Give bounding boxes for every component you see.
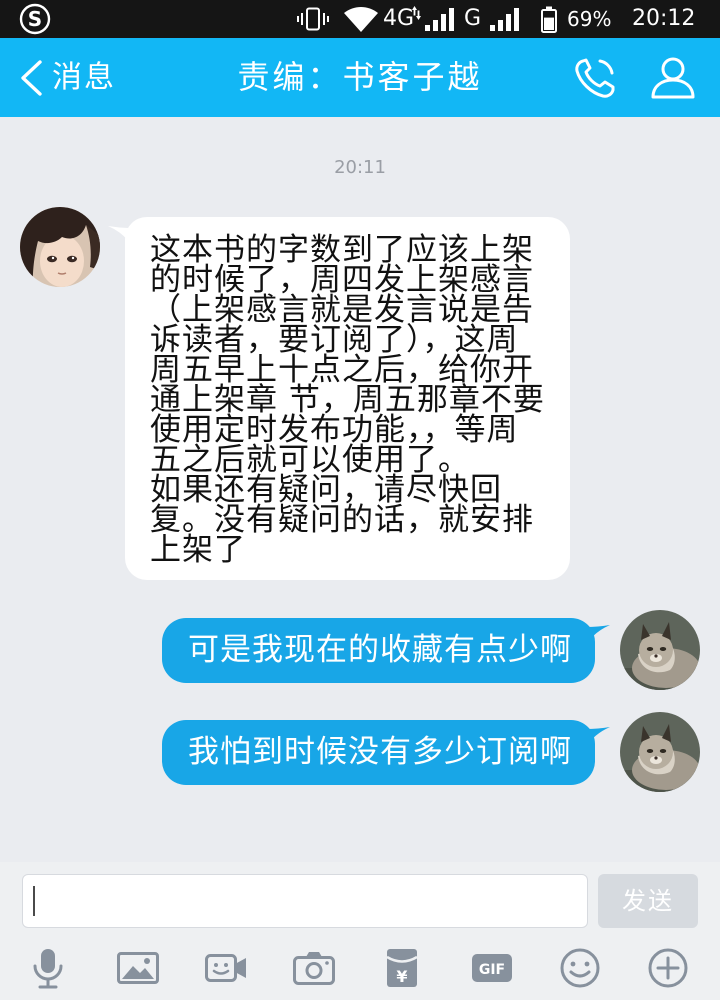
chevron-left-icon bbox=[18, 59, 44, 97]
red-packet-icon: ¥ bbox=[386, 949, 418, 987]
sogou-badge-letter: S bbox=[28, 7, 42, 31]
sent-message-text: 可是我现在的收藏有点少啊 bbox=[188, 632, 572, 668]
message-line: 诉读者，要订阅了），这周 bbox=[150, 322, 519, 358]
sent-bubble-tail bbox=[586, 625, 610, 645]
video-call-button[interactable] bbox=[204, 946, 248, 990]
message-list[interactable]: 20:11 这本书的字数到了应该上架 的时候了，周四发上架感言 （上架感言就是发… bbox=[0, 117, 720, 862]
photo-album-button[interactable] bbox=[116, 946, 160, 990]
message-line: 五之后就可以使用了。 bbox=[150, 442, 470, 478]
message-line: 上架了 bbox=[150, 532, 246, 568]
lynx-avatar-image bbox=[620, 610, 700, 690]
camera-button[interactable] bbox=[292, 946, 336, 990]
message-line: （上架感言就是发言说是告 bbox=[150, 292, 534, 328]
status-bar: S 4G G 69% 20:12 bbox=[0, 0, 720, 38]
message-line: 的时候了，周四发上架感言 bbox=[150, 262, 534, 298]
received-message-bubble[interactable]: 这本书的字数到了应该上架 的时候了，周四发上架感言 （上架感言就是发言说是告 诉… bbox=[125, 217, 570, 580]
emoji-button[interactable] bbox=[558, 946, 602, 990]
message-line: 通上架章 节，周五那章不要 bbox=[150, 382, 545, 418]
video-call-icon bbox=[205, 954, 246, 982]
message-line: 这本书的字数到了应该上架 bbox=[150, 232, 534, 268]
back-button[interactable]: 消息 bbox=[18, 38, 116, 117]
signal-icon bbox=[490, 8, 519, 31]
emoji-icon bbox=[560, 948, 600, 988]
chat-header: 消息 责编：书客子越 bbox=[0, 38, 720, 117]
gif-label: GIF bbox=[479, 962, 505, 978]
sent-bubble-tail bbox=[586, 727, 610, 747]
plus-circle-icon bbox=[648, 948, 688, 988]
voice-call-button[interactable] bbox=[570, 55, 620, 101]
my-avatar[interactable] bbox=[620, 610, 700, 690]
red-packet-symbol: ¥ bbox=[396, 967, 407, 986]
message-line: 使用定时发布功能，，等周 bbox=[150, 412, 519, 448]
camera-icon bbox=[293, 952, 335, 985]
voice-input-button[interactable] bbox=[26, 946, 70, 990]
back-label: 消息 bbox=[52, 60, 116, 95]
battery-percent: 69% bbox=[567, 7, 612, 31]
message-composer: 发送 ¥ GIF bbox=[0, 862, 720, 1000]
more-options-button[interactable] bbox=[646, 946, 690, 990]
gif-icon: GIF bbox=[472, 954, 512, 982]
message-line: 如果还有疑问，请尽快回 bbox=[150, 472, 502, 508]
contact-avatar[interactable] bbox=[20, 207, 100, 287]
network-type-g: G bbox=[464, 6, 482, 31]
image-icon bbox=[117, 952, 159, 984]
phone-icon bbox=[575, 58, 615, 98]
network-type-4g: 4G bbox=[383, 6, 415, 31]
clock: 20:12 bbox=[632, 6, 696, 31]
contact-profile-button[interactable] bbox=[648, 55, 698, 101]
red-packet-button[interactable]: ¥ bbox=[380, 946, 424, 990]
send-button[interactable]: 发送 bbox=[598, 874, 698, 928]
battery-icon bbox=[541, 6, 557, 33]
message-timestamp: 20:11 bbox=[334, 157, 386, 178]
message-line: 周五早上十点之后，给你开 bbox=[150, 352, 534, 388]
text-cursor bbox=[33, 886, 35, 916]
sent-message-bubble[interactable]: 我怕到时候没有多少订阅啊 bbox=[162, 720, 595, 785]
microphone-icon bbox=[33, 949, 63, 989]
message-input[interactable] bbox=[22, 874, 588, 928]
lynx-avatar-image bbox=[620, 712, 700, 792]
message-line: 复。没有疑问的话，就安排 bbox=[150, 502, 534, 538]
conversation-title: 责编：书客子越 bbox=[237, 58, 483, 96]
battery-fill bbox=[544, 17, 554, 30]
input-toolbar: ¥ GIF bbox=[0, 946, 720, 990]
sogou-input-icon: S bbox=[19, 3, 51, 35]
my-avatar[interactable] bbox=[620, 712, 700, 792]
data-arrows-icon bbox=[412, 6, 421, 20]
anime-avatar-image bbox=[20, 207, 100, 287]
gif-button[interactable]: GIF bbox=[470, 946, 514, 990]
sent-message-bubble[interactable]: 可是我现在的收藏有点少啊 bbox=[162, 618, 595, 683]
sent-message-text: 我怕到时候没有多少订阅啊 bbox=[188, 734, 572, 770]
signal-icon bbox=[425, 8, 454, 31]
wifi-icon bbox=[344, 7, 378, 32]
vibrate-icon bbox=[297, 7, 329, 31]
person-icon bbox=[651, 57, 695, 99]
